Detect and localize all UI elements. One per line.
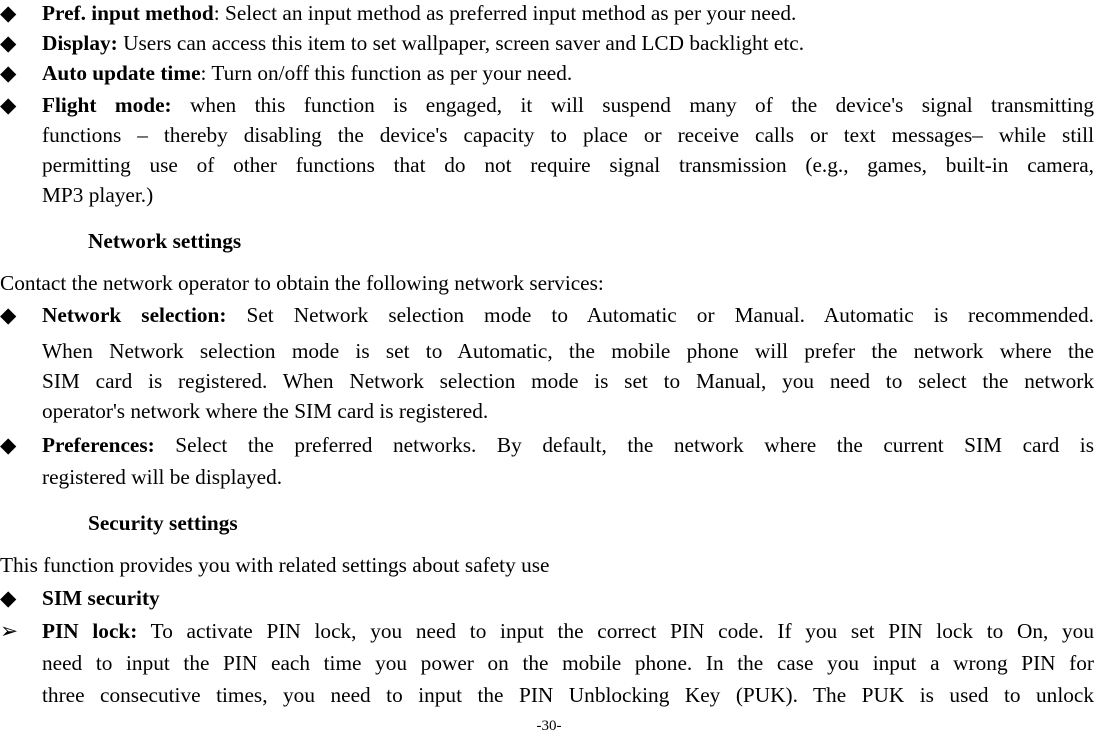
item-term: Auto update time xyxy=(42,61,201,85)
item-desc: permitting use of other functions that d… xyxy=(42,153,1094,177)
diamond-bullet-icon: ◆ xyxy=(0,61,17,85)
item-term: Pref. input method xyxy=(42,1,214,25)
section-heading: Security settings xyxy=(88,511,238,535)
item-desc: To activate PIN lock, you need to input … xyxy=(137,619,1094,643)
item-desc: Users can access this item to set wallpa… xyxy=(117,31,805,55)
diamond-bullet-icon: ◆ xyxy=(0,433,17,457)
item-desc: MP3 player.) xyxy=(42,183,154,207)
diamond-bullet-icon: ◆ xyxy=(0,31,17,55)
item-desc: three consecutive times, you need to inp… xyxy=(42,683,1094,707)
diamond-bullet-icon: ◆ xyxy=(0,586,17,610)
item-desc: When Network selection mode is set to Au… xyxy=(42,339,1094,363)
item-term: SIM security xyxy=(42,586,160,610)
item-term: Flight mode: xyxy=(42,93,172,117)
page-number: -30- xyxy=(536,718,562,734)
item-desc: Set Network selection mode to Automatic … xyxy=(226,303,1094,327)
section-intro: Contact the network operator to obtain t… xyxy=(0,271,604,295)
item-desc: Select the preferred networks. By defaul… xyxy=(154,433,1094,457)
arrow-bullet-icon: ➢ xyxy=(0,619,18,643)
item-term: PIN lock: xyxy=(42,619,138,643)
item-desc: operator's network where the SIM card is… xyxy=(42,399,489,423)
item-desc: : Turn on/off this function as per your … xyxy=(200,61,573,85)
section-intro: This function provides you with related … xyxy=(0,553,550,577)
item-term: Preferences: xyxy=(42,433,155,457)
diamond-bullet-icon: ◆ xyxy=(0,93,17,117)
item-desc: need to input the PIN each time you powe… xyxy=(42,651,1094,675)
item-desc: registered will be displayed. xyxy=(42,465,283,489)
diamond-bullet-icon: ◆ xyxy=(0,1,17,25)
diamond-bullet-icon: ◆ xyxy=(0,303,17,327)
item-desc: functions – thereby disabling the device… xyxy=(42,123,1094,147)
item-term: Network selection: xyxy=(42,303,227,327)
item-desc: SIM card is registered. When Network sel… xyxy=(42,369,1094,393)
item-desc: when this function is engaged, it will s… xyxy=(171,93,1094,117)
section-heading: Network settings xyxy=(88,229,242,253)
item-desc: : Select an input method as preferred in… xyxy=(213,1,797,25)
item-term: Display: xyxy=(42,31,118,55)
